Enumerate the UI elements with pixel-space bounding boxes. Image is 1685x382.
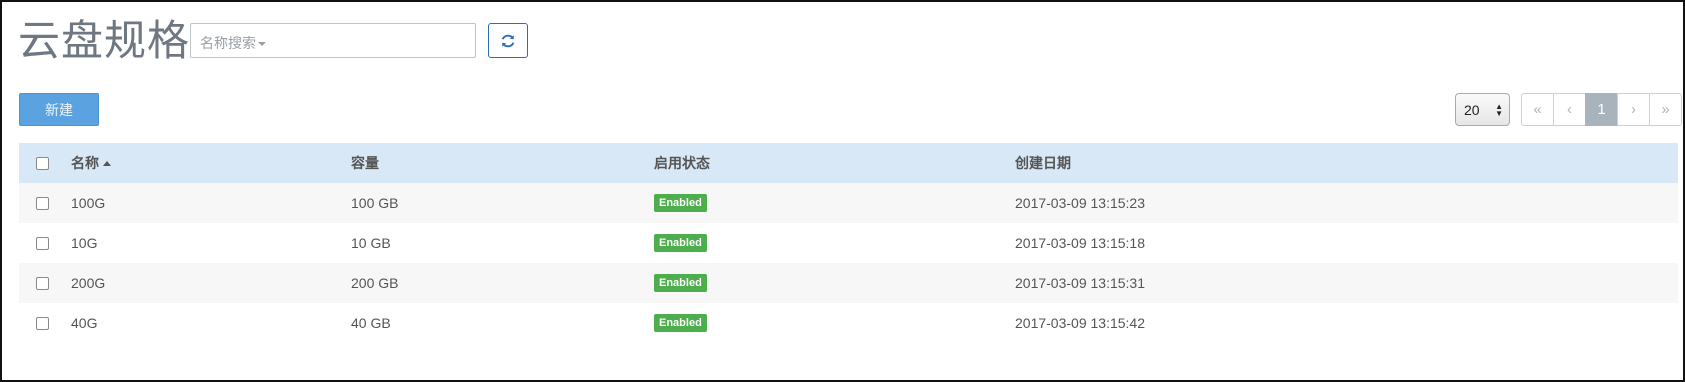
column-header-created[interactable]: 创建日期 xyxy=(1015,143,1071,183)
row-capacity: 100 GB xyxy=(351,195,399,211)
row-name: 100G xyxy=(71,195,106,211)
select-all-cell xyxy=(19,143,65,183)
row-status-cell: Enabled xyxy=(654,303,707,343)
data-table: 名称 容量 启用状态 创建日期 100G 100 GB Enabled 2017… xyxy=(19,143,1678,343)
refresh-button[interactable] xyxy=(488,23,528,58)
new-button[interactable]: 新建 xyxy=(19,93,99,126)
select-all-checkbox[interactable] xyxy=(35,156,49,170)
row-checkbox[interactable] xyxy=(35,196,49,210)
page-frame: 云盘规格 名称搜索 新建 20 ▲ ▼ « ‹ 1 › » 名称 容量 启用状态… xyxy=(0,0,1685,382)
row-status-cell: Enabled xyxy=(654,223,707,263)
pager-prev-button[interactable]: ‹ xyxy=(1553,93,1586,126)
row-created: 2017-03-09 13:15:18 xyxy=(1015,235,1145,251)
search-placeholder: 名称搜索 xyxy=(200,33,266,53)
row-created: 2017-03-09 13:15:42 xyxy=(1015,315,1145,331)
row-checkbox[interactable] xyxy=(35,236,49,250)
refresh-icon xyxy=(501,34,515,47)
page-title: 云盘规格 xyxy=(18,16,191,65)
row-select-cell xyxy=(19,303,65,343)
row-capacity: 10 GB xyxy=(351,235,391,251)
status-badge: Enabled xyxy=(654,274,707,292)
column-header-name-label: 名称 xyxy=(71,156,99,172)
row-select-cell xyxy=(19,183,65,223)
search-placeholder-text: 名称搜索 xyxy=(200,36,256,52)
table-row[interactable]: 10G 10 GB Enabled 2017-03-09 13:15:18 xyxy=(19,223,1678,263)
pager-first-button[interactable]: « xyxy=(1521,93,1554,126)
search-input[interactable]: 名称搜索 xyxy=(190,23,476,58)
page-size-value: 20 xyxy=(1464,101,1480,118)
row-name: 200G xyxy=(71,275,106,291)
select-arrows-icon: ▲ ▼ xyxy=(1495,102,1503,118)
row-status-cell: Enabled xyxy=(654,183,707,223)
sort-ascending-icon xyxy=(103,160,111,166)
row-select-cell xyxy=(19,263,65,303)
row-select-cell xyxy=(19,223,65,263)
column-header-status[interactable]: 启用状态 xyxy=(654,143,710,183)
column-header-capacity[interactable]: 容量 xyxy=(351,143,379,183)
row-created: 2017-03-09 13:15:31 xyxy=(1015,275,1145,291)
table-header-row: 名称 容量 启用状态 创建日期 xyxy=(19,143,1678,183)
status-badge: Enabled xyxy=(654,314,707,332)
pager-last-button[interactable]: » xyxy=(1649,93,1682,126)
status-badge: Enabled xyxy=(654,234,707,252)
table-row[interactable]: 200G 200 GB Enabled 2017-03-09 13:15:31 xyxy=(19,263,1678,303)
pager-current-page[interactable]: 1 xyxy=(1585,93,1618,126)
row-capacity: 40 GB xyxy=(351,315,391,331)
column-header-name[interactable]: 名称 xyxy=(71,143,111,183)
row-checkbox[interactable] xyxy=(35,316,49,330)
row-name: 10G xyxy=(71,235,98,251)
page-size-select[interactable]: 20 ▲ ▼ xyxy=(1455,93,1510,126)
table-row[interactable]: 100G 100 GB Enabled 2017-03-09 13:15:23 xyxy=(19,183,1678,223)
row-status-cell: Enabled xyxy=(654,263,707,303)
row-created: 2017-03-09 13:15:23 xyxy=(1015,195,1145,211)
row-name: 40G xyxy=(71,315,98,331)
table-row[interactable]: 40G 40 GB Enabled 2017-03-09 13:15:42 xyxy=(19,303,1678,343)
pager-next-button[interactable]: › xyxy=(1617,93,1650,126)
pagination: « ‹ 1 › » xyxy=(1521,93,1682,126)
status-badge: Enabled xyxy=(654,194,707,212)
row-capacity: 200 GB xyxy=(351,275,399,291)
chevron-down-icon xyxy=(258,42,266,46)
row-checkbox[interactable] xyxy=(35,276,49,290)
